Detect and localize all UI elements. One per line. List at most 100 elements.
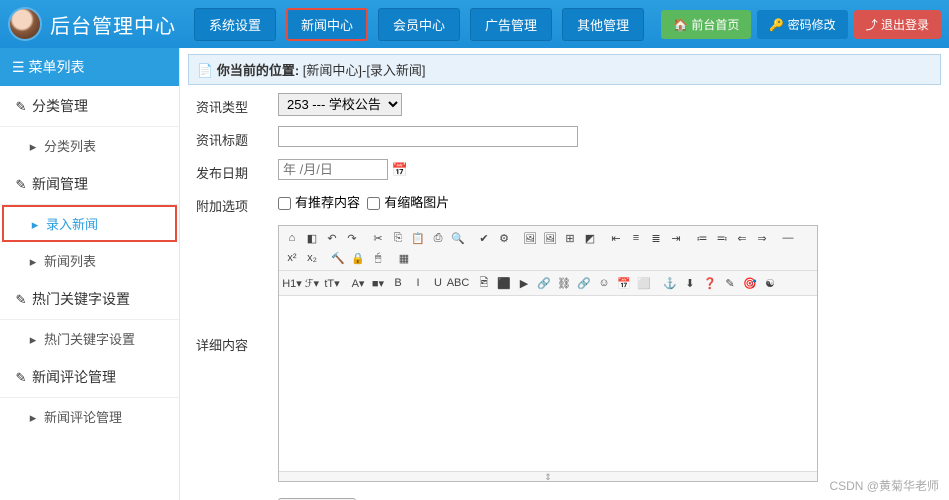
editor-tool-icon[interactable]: ❓ [701, 274, 719, 292]
editor-tool-icon[interactable]: ↶ [323, 229, 341, 247]
editor-tool-icon[interactable]: ⛓ [555, 274, 573, 292]
sidebar-section[interactable]: ✎分类管理 [0, 86, 179, 127]
editor-tool-icon[interactable]: ≡ [627, 229, 645, 247]
editor-tool-icon[interactable]: 📅 [615, 274, 633, 292]
editor-tool-icon[interactable]: ≣ [647, 229, 665, 247]
editor-tool-icon[interactable]: x² [283, 249, 301, 267]
editor-tool-icon[interactable]: ↷ [343, 229, 361, 247]
editor-tool-icon[interactable]: ℱ▾ [303, 274, 321, 292]
editor-tool-icon[interactable]: 🖱 [369, 249, 387, 267]
caret-icon: ▸ [26, 139, 40, 155]
sidebar-section[interactable]: ✎新闻管理 [0, 164, 179, 205]
type-label: 资讯类型 [188, 93, 278, 120]
editor-tool-icon[interactable]: 🔗 [575, 274, 593, 292]
editor-tool-icon[interactable]: 🖼 [521, 229, 539, 247]
nav-advert[interactable]: 广告管理 [470, 8, 552, 41]
editor-tool-icon[interactable]: ✔ [475, 229, 493, 247]
thumbnail-text: 有缩略图片 [384, 195, 449, 210]
title-label: 资讯标题 [188, 126, 278, 153]
nav-system[interactable]: 系统设置 [194, 8, 276, 41]
nav-news[interactable]: 新闻中心 [286, 8, 368, 41]
sidebar-item[interactable]: ▸新闻列表 [0, 242, 179, 279]
thumbnail-checkbox[interactable] [367, 197, 380, 210]
editor-tool-icon[interactable]: U [429, 274, 447, 292]
sidebar-section[interactable]: ✎新闻评论管理 [0, 357, 179, 398]
home-button[interactable]: 🏠 前台首页 [661, 10, 751, 39]
date-label: 发布日期 [188, 159, 278, 186]
editor-tool-icon[interactable]: ⊞ [561, 229, 579, 247]
editor-tool-icon[interactable]: ⚙ [495, 229, 513, 247]
editor-tool-icon[interactable]: ⎘ [389, 229, 407, 247]
editor-tool-icon[interactable]: — [779, 229, 797, 247]
editor-tool-icon[interactable]: ≔ [693, 229, 711, 247]
editor-tool-icon[interactable]: ⇥ [667, 229, 685, 247]
nav-other[interactable]: 其他管理 [562, 8, 644, 41]
editor-tool-icon[interactable]: ⬜ [635, 274, 653, 292]
type-select[interactable]: 253 --- 学校公告 [278, 93, 402, 116]
editor-tool-icon[interactable]: 🔒 [349, 249, 367, 267]
editor-tool-icon[interactable]: ⇤ [607, 229, 625, 247]
editor-tool-icon[interactable]: ⇐ [733, 229, 751, 247]
recommend-checkbox[interactable] [278, 197, 291, 210]
top-header: 后台管理中心 系统设置 新闻中心 会员中心 广告管理 其他管理 🏠 前台首页 🔑… [0, 0, 949, 48]
crumb-bold: 你当前的位置: [217, 63, 299, 78]
edit-icon: ✎ [14, 99, 28, 115]
caret-icon: ▸ [28, 217, 42, 233]
editor-tool-icon[interactable]: A▾ [349, 274, 367, 292]
editor-tool-icon[interactable]: tT▾ [323, 274, 341, 292]
editor-tool-icon[interactable]: 🔍 [449, 229, 467, 247]
editor-tool-icon[interactable]: ✂ [369, 229, 387, 247]
sidebar-section[interactable]: ✎热门关键字设置 [0, 279, 179, 320]
watermark: CSDN @黄菊华老师 [829, 477, 939, 494]
editor-tool-icon[interactable]: x₂ [303, 249, 321, 267]
editor-tool-icon[interactable]: ABC [449, 274, 467, 292]
sidebar-item[interactable]: ▸热门关键字设置 [0, 320, 179, 357]
editor-tool-icon[interactable]: 📋 [409, 229, 427, 247]
editor-tool-icon[interactable]: ☯ [761, 274, 779, 292]
editor-body[interactable] [279, 296, 817, 471]
editor-toolbar-2: H1▾ℱ▾tT▾A▾■▾BIUABC🖻⬛▶🔗⛓🔗☺📅⬜⚓⬇❓✎🎯☯ [279, 271, 817, 296]
caret-icon: ▸ [26, 332, 40, 348]
sidebar-item[interactable]: ▸分类列表 [0, 127, 179, 164]
editor-tool-icon[interactable]: ⬇ [681, 274, 699, 292]
editor-tool-icon[interactable]: 🔨 [329, 249, 347, 267]
editor-tool-icon[interactable]: ▦ [395, 249, 413, 267]
editor-tool-icon[interactable]: ⇒ [753, 229, 771, 247]
editor-tool-icon[interactable]: ⬛ [495, 274, 513, 292]
crumb-rest: [新闻中心]-[录入新闻] [299, 63, 425, 78]
editor-tool-icon[interactable]: ▶ [515, 274, 533, 292]
nav-member[interactable]: 会员中心 [378, 8, 460, 41]
editor-tool-icon[interactable]: 🖼 [541, 229, 559, 247]
editor-toolbar-1: ⌂◧↶↷✂⎘📋⎙🔍✔⚙🖼🖼⊞◩⇤≡≣⇥≔≕⇐⇒—x²x₂🔨🔒🖱▦ [279, 226, 817, 271]
editor-resize-handle[interactable]: ⇕ [279, 471, 817, 481]
app-title: 后台管理中心 [50, 10, 176, 39]
editor-tool-icon[interactable]: B [389, 274, 407, 292]
edit-icon: ✎ [14, 370, 28, 386]
page-icon: 📄 [197, 63, 217, 78]
date-input[interactable] [278, 159, 388, 180]
sidebar-item[interactable]: ▸新闻评论管理 [0, 398, 179, 435]
logout-button[interactable]: ⤴ 退出登录 [854, 10, 941, 39]
editor-tool-icon[interactable]: ✎ [721, 274, 739, 292]
edit-icon: ✎ [14, 292, 28, 308]
editor-tool-icon[interactable]: ≕ [713, 229, 731, 247]
editor-tool-icon[interactable]: ■▾ [369, 274, 387, 292]
editor-tool-icon[interactable]: ⌂ [283, 229, 301, 247]
sidebar-item[interactable]: ▸录入新闻 [2, 205, 177, 242]
editor-tool-icon[interactable]: ☺ [595, 274, 613, 292]
title-input[interactable] [278, 126, 578, 147]
editor-tool-icon[interactable]: 🖻 [475, 274, 493, 292]
editor-tool-icon[interactable]: ◧ [303, 229, 321, 247]
main-panel: 📄 你当前的位置: [新闻中心]-[录入新闻] 资讯类型 253 --- 学校公… [180, 48, 949, 500]
password-button[interactable]: 🔑 密码修改 [757, 10, 847, 39]
editor-tool-icon[interactable]: 🎯 [741, 274, 759, 292]
options-label: 附加选项 [188, 192, 278, 219]
editor-tool-icon[interactable]: ⎙ [429, 229, 447, 247]
editor-tool-icon[interactable]: ⚓ [661, 274, 679, 292]
editor-tool-icon[interactable]: ◩ [581, 229, 599, 247]
editor-tool-icon[interactable]: H1▾ [283, 274, 301, 292]
detail-label: 详细内容 [188, 225, 278, 358]
rich-editor: ⌂◧↶↷✂⎘📋⎙🔍✔⚙🖼🖼⊞◩⇤≡≣⇥≔≕⇐⇒—x²x₂🔨🔒🖱▦ H1▾ℱ▾tT… [278, 225, 818, 482]
editor-tool-icon[interactable]: I [409, 274, 427, 292]
editor-tool-icon[interactable]: 🔗 [535, 274, 553, 292]
